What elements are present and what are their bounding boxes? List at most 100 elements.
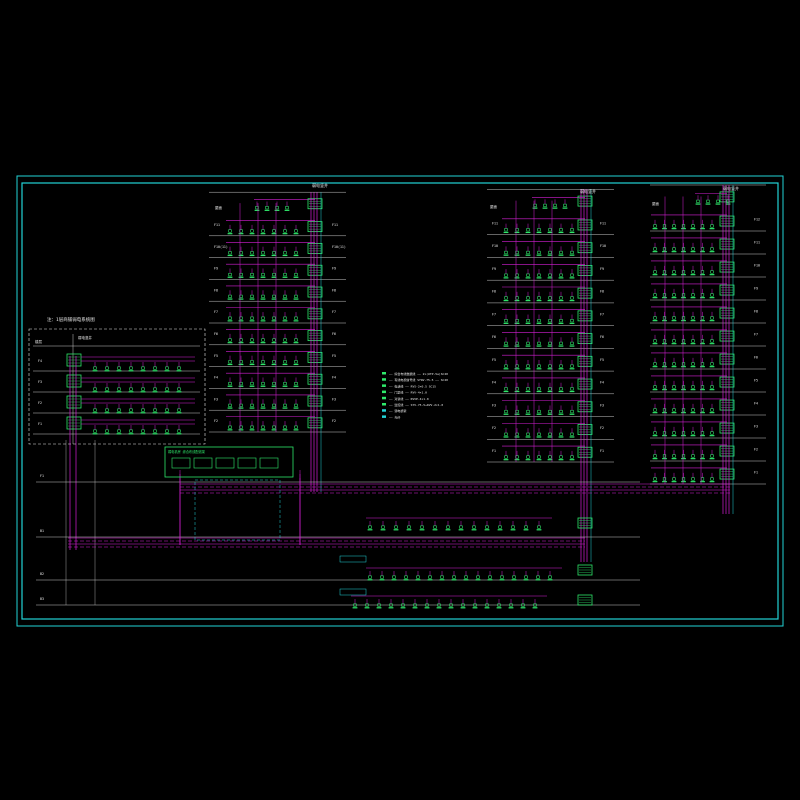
floor-label-right: F9 xyxy=(332,267,336,271)
device-outlet-icon xyxy=(504,341,508,345)
device-outlet-icon xyxy=(681,270,686,274)
device-tag xyxy=(471,529,477,531)
device-tag xyxy=(249,342,255,344)
device-outlet-icon xyxy=(404,575,408,579)
device-tag xyxy=(690,251,696,253)
device-tag xyxy=(293,233,299,235)
device-tag xyxy=(671,458,677,460)
device-outlet-icon xyxy=(526,319,530,323)
device-outlet-icon xyxy=(691,270,695,274)
device-tag xyxy=(547,390,553,393)
device-tag xyxy=(128,370,134,372)
device-tag xyxy=(451,579,457,581)
middle-tower-header: 弱电竖井 xyxy=(580,188,596,194)
device-tag xyxy=(432,529,438,531)
device-tag xyxy=(535,579,541,581)
device-tag xyxy=(681,228,686,230)
device-tag xyxy=(569,413,575,415)
device-outlet-icon xyxy=(672,385,676,389)
device-outlet-icon xyxy=(548,455,552,459)
device-outlet-icon xyxy=(283,381,287,386)
device-tag xyxy=(536,529,542,531)
device-outlet-icon xyxy=(129,387,133,391)
device-outlet-icon xyxy=(440,575,444,579)
device-outlet-icon xyxy=(653,339,657,343)
device-tag xyxy=(293,276,299,278)
floor-label: F5 xyxy=(754,379,758,383)
device-tag xyxy=(503,390,509,393)
device-outlet-icon xyxy=(672,477,676,481)
device-tag xyxy=(403,579,409,581)
device-tag xyxy=(542,207,548,209)
device-outlet-icon xyxy=(250,251,254,255)
device-outlet-icon xyxy=(691,408,695,412)
device-tag xyxy=(662,458,667,460)
device-tag xyxy=(532,207,538,209)
device-outlet-icon xyxy=(548,364,552,368)
device-tag xyxy=(352,607,358,609)
device-tag xyxy=(652,320,658,322)
device-tag xyxy=(671,251,677,253)
device-outlet-icon xyxy=(662,408,667,412)
device-outlet-icon xyxy=(681,431,686,435)
device-outlet-icon xyxy=(700,270,705,274)
device-outlet-icon xyxy=(228,403,232,407)
device-outlet-icon xyxy=(93,387,97,391)
floor-label: F1 xyxy=(40,474,44,478)
device-tag xyxy=(227,363,233,366)
device-tag xyxy=(514,277,520,279)
device-outlet-icon xyxy=(537,364,541,368)
device-tag xyxy=(662,366,667,368)
device-outlet-icon xyxy=(710,477,714,481)
device-tag xyxy=(92,433,98,435)
device-outlet-icon xyxy=(672,454,676,458)
device-outlet-icon xyxy=(261,316,265,320)
device-outlet-icon xyxy=(526,273,530,277)
device-tag xyxy=(523,579,529,581)
device-outlet-icon xyxy=(662,477,667,481)
device-outlet-icon xyxy=(228,229,232,233)
legend: —— 综合布线数据线 —— 2×(UTP-5e)SC20—— 有线电视信号线 S… xyxy=(382,371,448,419)
device-tag xyxy=(709,274,715,276)
device-outlet-icon xyxy=(105,387,109,391)
device-tag xyxy=(671,228,677,230)
device-tag xyxy=(238,276,244,278)
device-outlet-icon xyxy=(485,525,489,529)
floor-label: F11 xyxy=(492,222,498,226)
device-tag xyxy=(264,209,270,211)
device-outlet-icon xyxy=(294,316,298,320)
device-tag xyxy=(238,298,244,300)
device-tag xyxy=(176,412,182,414)
device-outlet-icon xyxy=(681,408,686,412)
device-tag xyxy=(503,231,509,234)
device-tag xyxy=(709,481,715,483)
floor-label: F8 xyxy=(754,310,758,314)
device-tag xyxy=(254,209,260,211)
floor-label: F8 xyxy=(214,288,218,292)
device-tag xyxy=(532,607,538,609)
device-tag xyxy=(652,412,658,414)
device-tag xyxy=(690,343,696,345)
device-outlet-icon xyxy=(165,366,169,370)
device-outlet-icon xyxy=(141,387,145,391)
device-tag xyxy=(547,436,553,438)
device-outlet-icon xyxy=(662,339,667,343)
device-outlet-icon xyxy=(250,338,254,342)
device-tag xyxy=(496,607,502,609)
device-outlet-icon xyxy=(653,316,657,320)
device-outlet-icon xyxy=(662,293,667,297)
device-tag xyxy=(116,433,122,435)
device-outlet-icon xyxy=(681,293,686,297)
floor-label: F9 xyxy=(214,267,218,271)
device-outlet-icon xyxy=(710,316,714,320)
device-tag xyxy=(282,342,288,344)
device-tag xyxy=(271,363,277,366)
floor-label-right: F8 xyxy=(600,290,604,294)
device-outlet-icon xyxy=(672,339,676,343)
device-outlet-icon xyxy=(93,366,97,370)
device-tag xyxy=(709,435,715,437)
device-outlet-icon xyxy=(653,224,657,228)
device-tag xyxy=(681,481,686,483)
device-tag xyxy=(569,345,575,347)
device-outlet-icon xyxy=(261,381,265,386)
